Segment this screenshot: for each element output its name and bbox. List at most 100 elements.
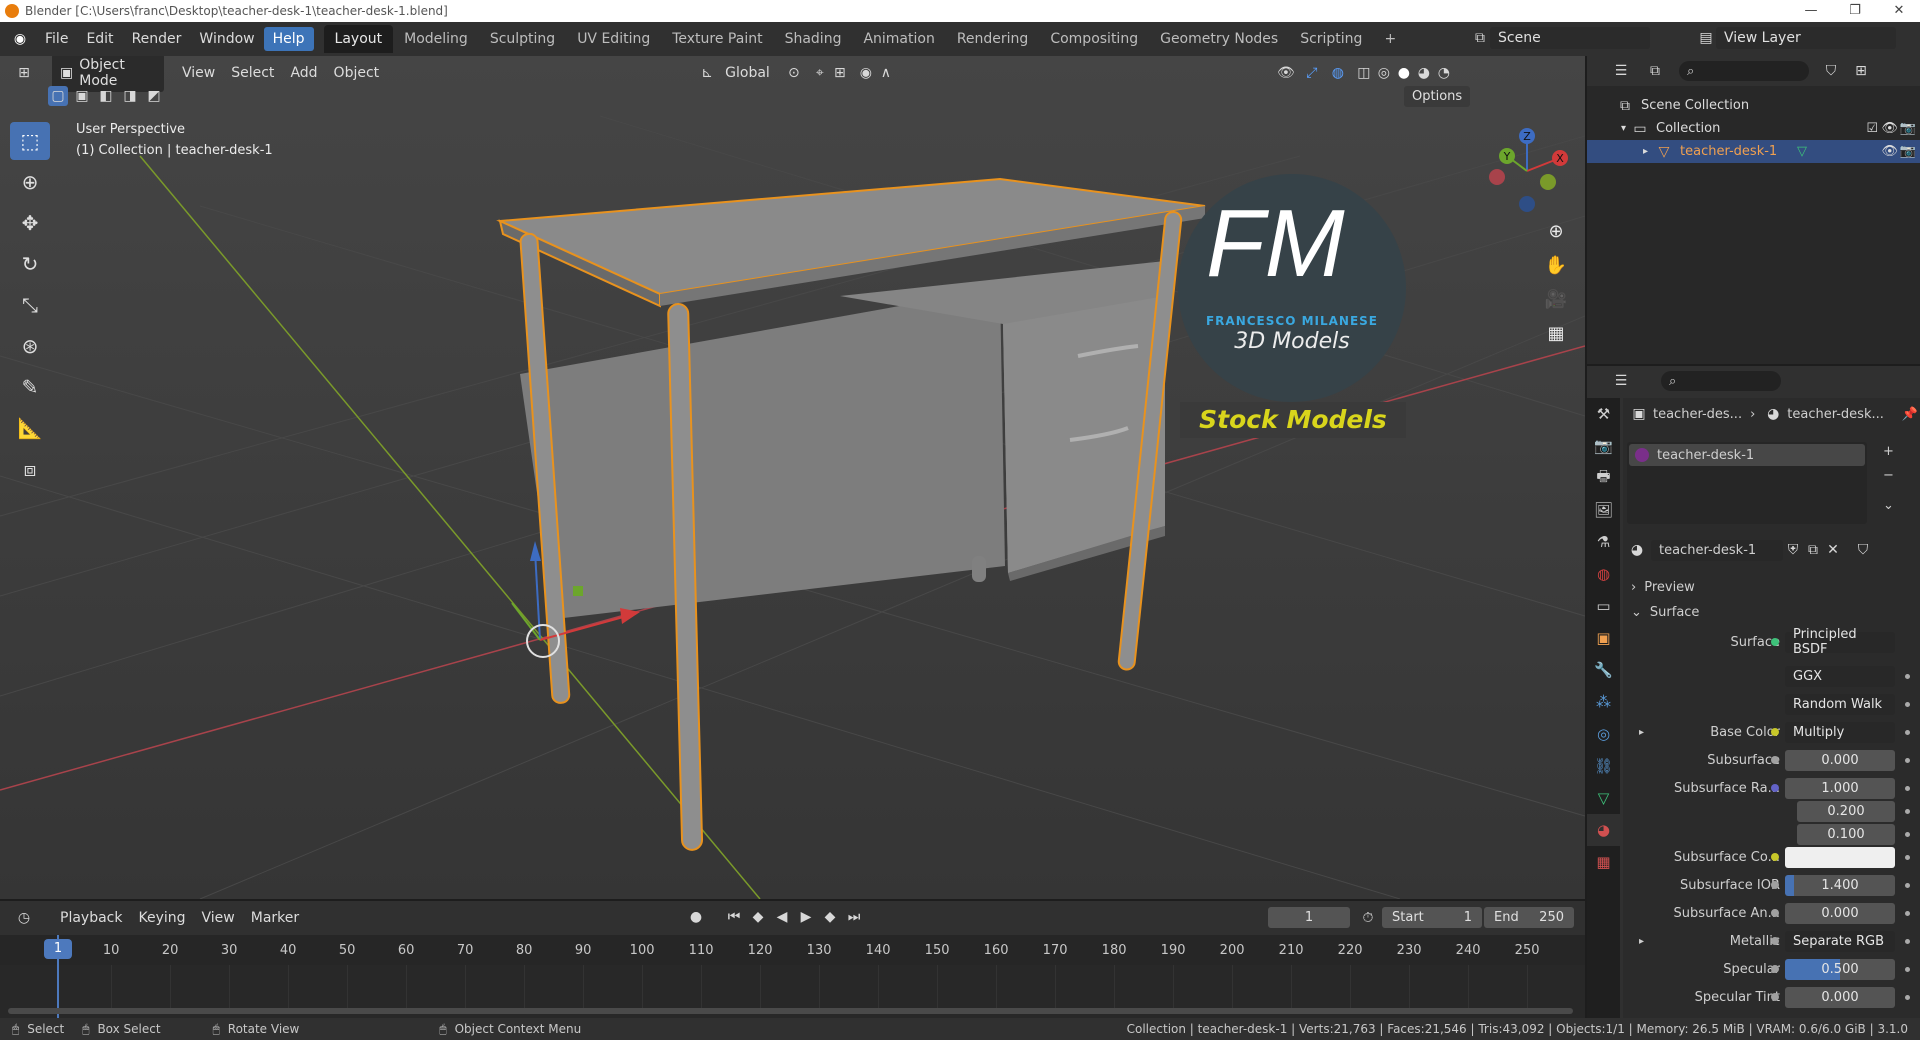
tab-object[interactable]: ▣ [1587, 622, 1620, 654]
tab-scene[interactable]: ⚗ [1587, 526, 1620, 558]
solid-shading-icon[interactable]: ● [1394, 63, 1414, 83]
input-socket-icon[interactable] [1771, 965, 1779, 973]
camera-view-button[interactable]: 🎥 [1541, 284, 1571, 314]
tab-collection[interactable]: ▭ [1587, 590, 1620, 622]
tab-modifiers[interactable]: 🔧 [1587, 654, 1620, 686]
scene-name-field[interactable]: Scene [1490, 27, 1650, 49]
bsdf-input-field[interactable]: 0.100 [1797, 823, 1895, 845]
current-frame-field[interactable]: 1 [1268, 907, 1350, 928]
3d-viewport[interactable]: ⊞ ▣ Object Mode View Select Add Object ⊾… [0, 56, 1585, 899]
zoom-button[interactable]: ⊕ [1541, 216, 1571, 246]
menu-window[interactable]: Window [190, 27, 263, 51]
wireframe-shading-icon[interactable]: ◎ [1374, 63, 1394, 83]
browse-material-icon[interactable]: ◕ [1627, 540, 1647, 560]
properties-search-input[interactable]: ⌕ [1661, 371, 1781, 391]
tab-physics[interactable]: ◎ [1587, 718, 1620, 750]
navigation-gizmo[interactable]: Z X Y [1482, 126, 1572, 216]
add-workspace-button[interactable]: + [1373, 25, 1407, 53]
distribution-dropdown[interactable]: GGX [1785, 665, 1895, 687]
tab-tool[interactable]: ⚒ [1587, 398, 1620, 430]
stopwatch-icon[interactable]: ⏱ [1358, 908, 1378, 928]
menu-view[interactable]: View [174, 62, 223, 84]
decorator-dot-icon[interactable] [1905, 967, 1910, 972]
fake-user-icon[interactable]: ⛨ [1783, 540, 1803, 560]
surface-panel-header[interactable]: ⌄ Surface [1623, 600, 1920, 624]
transform-orientation-dropdown[interactable]: Global [717, 62, 778, 84]
tab-particles[interactable]: ⁂ [1587, 686, 1620, 718]
overlays-toggle-icon[interactable]: ◍ [1328, 63, 1348, 83]
bsdf-input-field[interactable]: Multiply [1785, 721, 1895, 743]
decorator-dot-icon[interactable] [1905, 786, 1910, 791]
menu-render[interactable]: Render [123, 27, 191, 51]
decorator-dot-icon[interactable] [1905, 939, 1910, 944]
tab-world[interactable]: ◍ [1587, 558, 1620, 590]
decorator-dot-icon[interactable] [1905, 911, 1910, 916]
material-slot-list[interactable]: teacher-desk-1 [1627, 442, 1867, 524]
annotate-tool[interactable]: ✎ [10, 368, 50, 406]
expand-input-icon[interactable]: ▸ [1639, 936, 1644, 947]
menu-keying[interactable]: Keying [130, 907, 193, 929]
falloff-icon[interactable]: ∧ [876, 63, 896, 83]
rendered-shading-icon[interactable]: ◔ [1434, 63, 1454, 83]
add-slot-icon[interactable]: + [1883, 444, 1894, 459]
input-socket-icon[interactable] [1771, 728, 1779, 736]
menu-select[interactable]: Select [223, 62, 282, 84]
tab-rendering[interactable]: Rendering [946, 25, 1040, 53]
input-socket-icon[interactable] [1771, 993, 1779, 1001]
playhead-frame[interactable]: 1 [44, 939, 72, 959]
frame-ruler[interactable]: 1102030405060708090100110120130140150160… [0, 935, 1585, 1018]
menu-playback[interactable]: Playback [52, 907, 130, 929]
tab-shading[interactable]: Shading [774, 25, 853, 53]
snap-target-icon[interactable]: ⊞ [830, 63, 850, 83]
material-filter-icon[interactable]: ⛉ [1853, 540, 1873, 560]
snap-icon[interactable]: ⌖ [810, 63, 830, 83]
decorator-dot-icon[interactable] [1905, 730, 1910, 735]
blender-menu-icon[interactable]: ◉ [10, 29, 30, 49]
pivot-point-icon[interactable]: ⊙ [784, 63, 804, 83]
tab-scripting[interactable]: Scripting [1289, 25, 1373, 53]
options-dropdown[interactable]: Options [1404, 86, 1471, 107]
tab-constraints[interactable]: ⛓ [1587, 750, 1620, 782]
bsdf-input-field[interactable]: 0.000 [1785, 986, 1895, 1008]
tab-output[interactable]: 🖶 [1587, 462, 1620, 494]
menu-edit[interactable]: Edit [77, 27, 122, 51]
decorator-dot-icon[interactable] [1905, 702, 1910, 707]
timeline-scrollbar[interactable] [8, 1008, 1573, 1014]
decorator-dot-icon[interactable] [1905, 832, 1910, 837]
tree-collection[interactable]: ▾ ▭ Collection ☑ 👁 📷 [1587, 117, 1920, 140]
input-socket-icon[interactable] [1771, 853, 1779, 861]
material-slot-item[interactable]: teacher-desk-1 [1629, 444, 1865, 466]
duplicate-material-icon[interactable]: ⧉ [1803, 540, 1823, 560]
subsurface-method-dropdown[interactable]: Random Walk [1785, 693, 1895, 715]
material-shading-icon[interactable]: ◕ [1414, 63, 1434, 83]
bsdf-input-field[interactable]: 0.200 [1797, 800, 1895, 822]
menu-timeline-view[interactable]: View [194, 907, 243, 929]
exclude-checkbox-icon[interactable]: ☑ [1866, 121, 1878, 136]
tab-sculpting[interactable]: Sculpting [479, 25, 566, 53]
proportional-edit-icon[interactable]: ◉ [856, 63, 876, 83]
tab-material[interactable]: ◕ [1587, 814, 1620, 846]
pin-icon[interactable]: 📌 [1902, 407, 1918, 422]
minimize-button[interactable]: — [1788, 0, 1834, 22]
scene-selector[interactable]: ⧉ Scene [1470, 27, 1650, 49]
input-socket-icon[interactable] [1771, 909, 1779, 917]
decorator-dot-icon[interactable] [1905, 855, 1910, 860]
decorator-dot-icon[interactable] [1905, 995, 1910, 1000]
tab-animation[interactable]: Animation [852, 25, 945, 53]
remove-slot-icon[interactable]: − [1883, 468, 1894, 483]
tab-view-layer[interactable]: 🖼 [1587, 494, 1620, 526]
transform-tool[interactable]: ⊛ [10, 327, 50, 365]
slot-menu-icon[interactable]: ⌄ [1883, 498, 1894, 513]
outliner-search-input[interactable]: ⌕ [1679, 61, 1809, 81]
tab-modeling[interactable]: Modeling [393, 25, 479, 53]
input-socket-icon[interactable] [1771, 881, 1779, 889]
menu-add[interactable]: Add [282, 62, 325, 84]
properties-editor-icon[interactable]: ☰ [1611, 371, 1631, 391]
menu-help[interactable]: Help [263, 27, 314, 51]
jump-start-icon[interactable]: ⏮ [724, 907, 744, 927]
tab-compositing[interactable]: Compositing [1039, 25, 1149, 53]
display-mode-icon[interactable]: ⧉ [1645, 61, 1665, 81]
filter-icon[interactable]: ⛉ [1821, 61, 1841, 81]
expand-input-icon[interactable]: ▸ [1639, 727, 1644, 738]
unlink-material-icon[interactable]: ✕ [1823, 540, 1843, 560]
